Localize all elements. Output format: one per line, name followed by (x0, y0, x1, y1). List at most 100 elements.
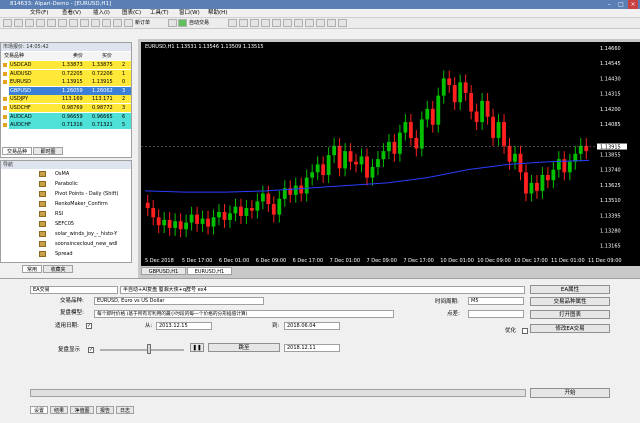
navigator-item[interactable]: RenkoMaker_Confirm (1, 200, 131, 209)
tester-icon[interactable] (69, 19, 78, 27)
market-watch-row[interactable]: USDCAD 1.33873 1.33875 2 (1, 61, 131, 69)
menu-help[interactable]: 帮助(H) (208, 9, 227, 18)
candle-body (403, 122, 408, 133)
line-chart-icon[interactable] (250, 19, 259, 27)
navigator-item[interactable]: OsMA (1, 170, 131, 179)
candle-body (463, 82, 468, 93)
market-watch-row[interactable]: GBPUSD 1.26059 1.26062 3 (1, 86, 131, 95)
autotrade-button[interactable]: 自动交易 (189, 18, 209, 29)
market-watch-icon[interactable] (25, 19, 34, 27)
new-chart-icon[interactable] (3, 19, 12, 27)
navigator-item[interactable]: Parabolic (1, 180, 131, 189)
market-watch-row[interactable]: AUDUSD 0.72205 0.72206 1 (1, 69, 131, 78)
close-button[interactable]: × (628, 0, 638, 9)
from-date-input[interactable]: 2013.12.15 (156, 322, 212, 330)
visual-mode-label: 复盘显示 (58, 347, 81, 353)
optimize-checkbox[interactable] (522, 328, 528, 334)
menu-chart[interactable]: 图表(C) (122, 9, 141, 18)
period-select[interactable]: M5 (468, 297, 524, 305)
indicators-icon[interactable] (316, 19, 325, 27)
menu-insert[interactable]: 插入(I) (93, 9, 110, 18)
hline-icon[interactable] (102, 19, 111, 27)
market-watch-row[interactable]: EURUSD 1.13915 1.13915 0 (1, 78, 131, 87)
candlestick-chart[interactable] (141, 42, 597, 266)
speed-slider-thumb[interactable] (147, 344, 151, 354)
candle-body (551, 169, 556, 181)
menu-view[interactable]: 查看(V) (62, 9, 81, 18)
market-watch-row[interactable]: AUDCHF 0.71316 0.71321 5 (1, 121, 131, 130)
modify-ea-button[interactable]: 修改EA交易 (530, 324, 610, 333)
navigator-item[interactable]: Pivot Points - Daily (Shift) (1, 190, 131, 199)
pause-button[interactable]: ❚❚ (190, 343, 204, 352)
navigator-item[interactable]: SEFC05 (1, 220, 131, 229)
minimize-button[interactable]: – (604, 0, 614, 9)
optimize-label: 优化 (505, 328, 517, 334)
data-window-icon[interactable] (36, 19, 45, 27)
autotrade-icon[interactable] (178, 19, 187, 27)
profiles-icon[interactable] (14, 19, 23, 27)
navigator-item[interactable]: solar_winds_joy_-_histo-Y (1, 230, 131, 239)
speed-slider-track[interactable] (100, 349, 184, 351)
symbol-select[interactable]: EURUSD, Euro vs US Dollar (94, 297, 264, 305)
open-chart-button[interactable]: 打开图表 (530, 310, 610, 319)
skip-to-button[interactable]: 跳至 (208, 343, 280, 352)
candle-body (195, 214, 199, 224)
terminal-icon[interactable] (58, 19, 67, 27)
trendline-icon[interactable] (113, 19, 122, 27)
chart-window[interactable]: EURUSD,H1 1.13531 1.13546 1.13509 1.1351… (141, 42, 597, 266)
tab-gbpusd-chart[interactable]: GBPUSD,H1 (141, 267, 186, 275)
candle-body (326, 155, 331, 175)
market-watch-row[interactable]: USDCHF 0.98769 0.98772 3 (1, 104, 131, 112)
visual-mode-checkbox[interactable]: ✓ (88, 347, 94, 353)
start-button[interactable]: 开始 (530, 388, 610, 398)
maximize-button[interactable]: □ (616, 0, 626, 9)
candle-body (474, 111, 479, 123)
autoscroll-icon[interactable] (294, 19, 303, 27)
tab-settings[interactable]: 设置 (30, 406, 48, 414)
tile-icon[interactable] (283, 19, 292, 27)
tab-ticks[interactable]: 即时图 (33, 147, 63, 155)
ea-properties-button[interactable]: EA属性 (530, 285, 610, 294)
tab-favorites[interactable]: 收藏夹 (43, 265, 73, 273)
shift-icon[interactable] (305, 19, 314, 27)
market-watch-row[interactable]: USDJPY 113.169 113.171 2 (1, 95, 131, 104)
tab-symbols[interactable]: 交易品种 (2, 147, 32, 155)
navigator-icon[interactable] (47, 19, 56, 27)
menu-file[interactable]: 文件(F) (30, 9, 48, 18)
market-watch-row[interactable]: AUDCAD 0.96659 0.96665 6 (1, 112, 131, 121)
tab-common[interactable]: 常用 (22, 265, 42, 273)
menu-window[interactable]: 窗口(W) (179, 9, 200, 18)
tab-graph[interactable]: 净值图 (70, 406, 94, 414)
tab-report[interactable]: 报告 (96, 406, 114, 414)
candle-chart-icon[interactable] (239, 19, 248, 27)
tab-results[interactable]: 结果 (50, 406, 68, 414)
tab-eurusd-chart[interactable]: EURUSD,H1 (187, 267, 232, 275)
menu-tools[interactable]: 工具(T) (150, 9, 169, 18)
zoom-out-icon[interactable] (272, 19, 281, 27)
y-tick-label: 1.14085 (600, 122, 621, 128)
cell-bid: 113.169 (61, 95, 91, 104)
periods-icon[interactable] (327, 19, 336, 27)
new-order-icon[interactable] (124, 19, 133, 27)
model-select[interactable]: 每个即时价格 (基于所有可利用的最小时段的每一个价格的分形插值计算) (94, 310, 394, 318)
tab-journal[interactable]: 日志 (116, 406, 134, 414)
metaeditor-icon[interactable] (168, 19, 177, 27)
navigator-item[interactable]: RSI (1, 210, 131, 219)
candle-body (496, 122, 501, 138)
new-order-button[interactable]: 新订单 (135, 18, 150, 29)
navigator-item[interactable]: soonsincecloud_new_wdl (1, 240, 131, 249)
symbol-properties-button[interactable]: 交易品种属性 (530, 297, 610, 306)
zoom-in-icon[interactable] (261, 19, 270, 27)
ea-name-select[interactable]: 半自动+AI复盘 蜀湘大侠+q群号 ex4 (120, 286, 525, 294)
use-date-checkbox[interactable]: ✓ (86, 323, 92, 329)
bar-chart-icon[interactable] (228, 19, 237, 27)
templates-icon[interactable] (338, 19, 347, 27)
to-date-input[interactable]: 2018.06.04 (284, 322, 340, 330)
skip-date-input[interactable]: 2018.12.11 (284, 344, 340, 352)
vline-icon[interactable] (91, 19, 100, 27)
x-tick-label: 10 Dec 09:00 (477, 258, 511, 264)
crosshair-icon[interactable] (80, 19, 89, 27)
ea-type-select[interactable]: EA交易 (30, 286, 118, 294)
spread-select[interactable] (468, 310, 524, 318)
navigator-item[interactable]: Spread (1, 250, 131, 259)
